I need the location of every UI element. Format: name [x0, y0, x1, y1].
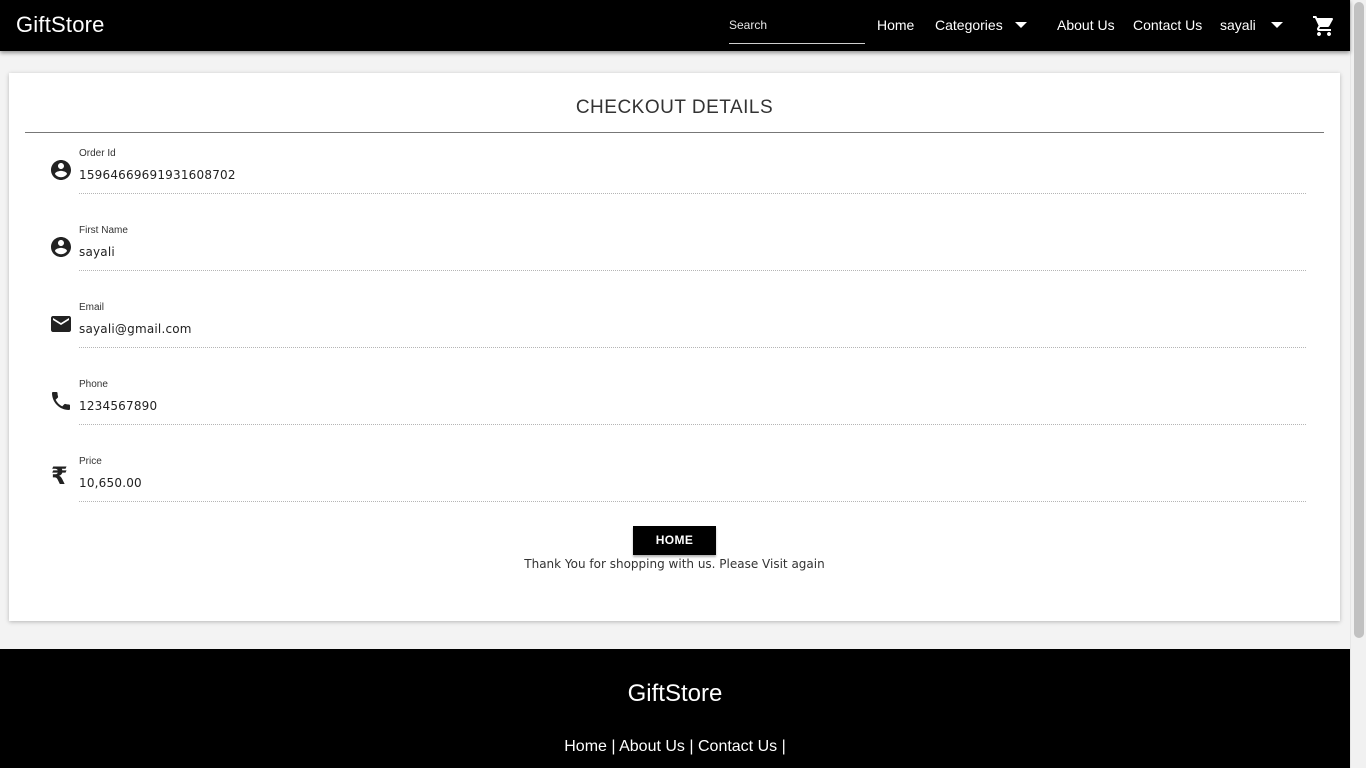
price-label: Price: [79, 456, 102, 467]
nav-categories[interactable]: Categories: [935, 17, 1003, 33]
thank-you-message: Thank You for shopping with us. Please V…: [524, 557, 825, 571]
account-circle-icon: [51, 160, 71, 180]
price-value: 10,650.00: [79, 476, 142, 490]
order-id-label: Order Id: [79, 148, 116, 159]
phone-icon: [52, 392, 70, 410]
nav-contact-us[interactable]: Contact Us: [1133, 17, 1202, 33]
home-button[interactable]: HOME: [633, 526, 716, 555]
price-field: ₹ Price 10,650.00: [45, 446, 1306, 502]
email-value: sayali@gmail.com: [79, 322, 192, 336]
phone-label: Phone: [79, 379, 108, 390]
account-circle-icon: [51, 237, 71, 257]
nav-about-us[interactable]: About Us: [1057, 17, 1115, 33]
field-underline: [79, 501, 1306, 502]
brand-logo[interactable]: GiftStore: [16, 12, 105, 38]
first-name-value: sayali: [79, 245, 115, 259]
top-navbar: GiftStore Home Categories About Us Conta…: [0, 0, 1350, 51]
field-underline: [79, 193, 1306, 194]
site-footer: GiftStore Home | About Us | Contact Us |: [0, 649, 1350, 768]
phone-field: Phone 1234567890: [45, 369, 1306, 425]
categories-dropdown-icon[interactable]: [1015, 22, 1027, 28]
footer-separator: |: [689, 738, 694, 755]
nav-home[interactable]: Home: [877, 17, 914, 33]
footer-links: Home | About Us | Contact Us |: [0, 738, 1350, 756]
field-underline: [79, 270, 1306, 271]
user-dropdown-icon[interactable]: [1271, 22, 1283, 28]
checkout-card: CHECKOUT DETAILS Order Id 15964669691931…: [9, 73, 1340, 621]
search-input[interactable]: [729, 10, 865, 40]
email-field: Email sayali@gmail.com: [45, 292, 1306, 348]
phone-value: 1234567890: [79, 399, 158, 413]
first-name-field: First Name sayali: [45, 215, 1306, 271]
order-id-value: 15964669691931608702: [79, 168, 236, 182]
scrollbar-thumb[interactable]: [1354, 2, 1364, 638]
footer-link-about-us[interactable]: About Us: [619, 738, 685, 755]
field-underline: [79, 424, 1306, 425]
order-id-field: Order Id 15964669691931608702: [45, 138, 1306, 194]
page-scrollbar[interactable]: [1350, 0, 1366, 768]
footer-brand: GiftStore: [627, 680, 723, 707]
footer-separator: |: [781, 738, 786, 755]
search-field[interactable]: [729, 10, 865, 44]
footer-link-home[interactable]: Home: [564, 738, 607, 755]
footer-link-contact-us[interactable]: Contact Us: [698, 738, 777, 755]
field-underline: [79, 347, 1306, 348]
first-name-label: First Name: [79, 225, 128, 236]
page-title: CHECKOUT DETAILS: [575, 97, 774, 118]
title-divider: [25, 132, 1324, 133]
footer-separator: |: [611, 738, 616, 755]
email-icon: [51, 316, 71, 332]
user-menu[interactable]: sayali: [1220, 17, 1256, 33]
email-label: Email: [79, 302, 105, 313]
shopping-cart-icon[interactable]: [1312, 14, 1336, 38]
rupee-icon: ₹: [51, 462, 68, 490]
